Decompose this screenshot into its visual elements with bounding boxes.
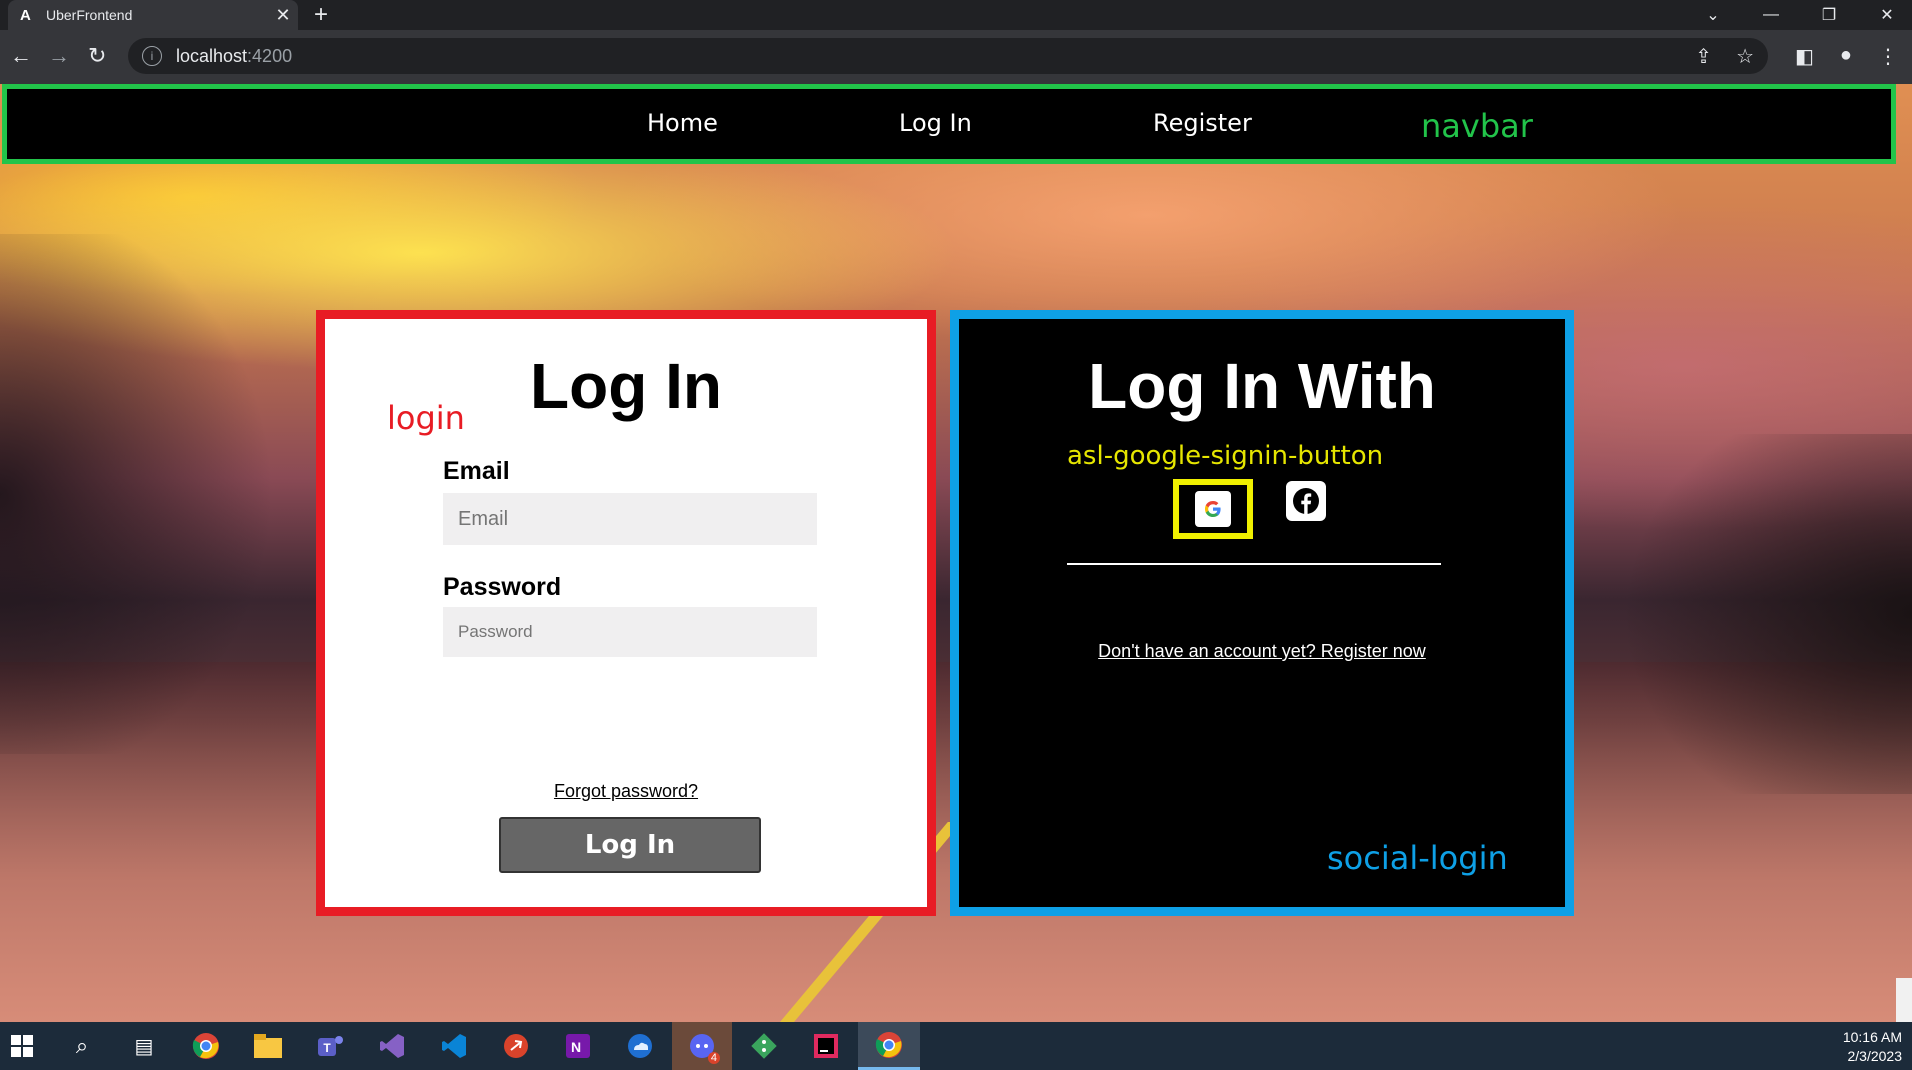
nav-home[interactable]: Home [647,109,718,137]
git-icon[interactable] [748,1030,780,1062]
app-badge: 4 [707,1052,720,1064]
vscode-icon[interactable] [438,1030,470,1062]
register-link[interactable]: Don't have an account yet? Register now [959,641,1565,662]
search-icon[interactable]: ⌕ [66,1030,98,1062]
clock-date: 2/3/2023 [1847,1048,1903,1064]
taskbar: ⌕ ▤ T N 4 10:16 AM 2/3/2023 [0,1022,1912,1070]
navbar: Home Log In Register navbar [2,84,1896,164]
facebook-signin-button[interactable] [1286,481,1326,521]
back-icon[interactable]: ← [10,44,32,68]
facebook-icon [1293,488,1319,514]
cloud-app-icon[interactable] [624,1030,656,1062]
google-signin-highlight [1173,479,1253,539]
minimize-icon[interactable]: — [1742,6,1800,24]
svg-text:T: T [323,1041,331,1055]
window-close-icon[interactable]: ✕ [1858,5,1912,25]
scrollbar[interactable] [1896,978,1912,1022]
visual-studio-icon[interactable] [376,1030,408,1062]
file-explorer-icon[interactable] [252,1030,284,1062]
google-annotation: asl-google-signin-button [1067,441,1384,471]
password-label: Password [443,573,562,601]
close-tab-icon[interactable]: ✕ [268,5,298,26]
password-field[interactable] [443,607,817,657]
teams-icon[interactable]: T [314,1030,346,1062]
url-text: localhost:4200 [176,45,293,66]
forward-icon[interactable]: → [48,44,70,68]
browser-toolbar: ← → ↻ i localhost:4200 ⇪ ☆ ◧ ● ⋮ [0,30,1912,84]
social-title: Log In With [1088,350,1436,422]
social-login-annotation: social-login [1327,839,1508,877]
page-background: Home Log In Register navbar Log In login… [0,84,1912,1022]
menu-dots-icon[interactable]: ⋮ [1878,44,1898,69]
task-view-icon[interactable]: ▤ [128,1030,160,1062]
nav-login[interactable]: Log In [899,109,972,137]
restore-icon[interactable]: ❐ [1800,5,1858,25]
clock-time: 10:16 AM [1842,1029,1902,1045]
angular-icon: A [20,6,31,24]
trees-right [1552,434,1912,794]
login-panel: Log In login Email Password Forgot passw… [316,310,936,916]
navbar-annotation: navbar [1421,107,1533,145]
profile-icon[interactable]: ● [1840,44,1852,69]
remote-app-icon[interactable] [500,1030,532,1062]
bookmark-star-icon[interactable]: ☆ [1736,44,1754,69]
tab-title: UberFrontend [46,7,133,23]
jetbrains-icon[interactable] [810,1030,842,1062]
game-app-icon[interactable]: 4 [672,1022,732,1070]
reload-icon[interactable]: ↻ [88,44,106,68]
tab-search-icon[interactable]: ⌄ [1684,5,1742,25]
share-icon[interactable]: ⇪ [1695,44,1712,69]
windows-start-icon[interactable] [6,1030,38,1062]
nav-register[interactable]: Register [1153,109,1252,137]
chrome-active-icon[interactable] [858,1022,920,1070]
hill-left [0,234,340,754]
new-tab-button[interactable]: + [314,2,328,28]
address-bar[interactable]: i localhost:4200 ⇪ ☆ [128,38,1768,74]
google-signin-button[interactable] [1195,491,1231,527]
browser-tab[interactable]: A UberFrontend ✕ [8,0,298,30]
google-icon [1205,501,1221,517]
email-label: Email [443,457,510,485]
divider [1067,563,1441,565]
side-panel-icon[interactable]: ◧ [1795,44,1814,69]
site-info-icon[interactable]: i [142,46,162,66]
login-button[interactable]: Log In [499,817,761,873]
browser-tabbar: A UberFrontend ✕ + ⌄ — ❐ ✕ [0,0,1912,30]
email-field[interactable] [443,493,817,545]
window-controls: ⌄ — ❐ ✕ [1684,0,1912,30]
social-login-panel: Log In With asl-google-signin-button Don… [950,310,1574,916]
chrome-icon[interactable] [190,1030,222,1062]
system-clock[interactable]: 10:16 AM 2/3/2023 [1843,1028,1902,1066]
svg-text:N: N [571,1039,581,1055]
login-annotation: login [387,399,465,437]
onenote-icon[interactable]: N [562,1030,594,1062]
forgot-password-link[interactable]: Forgot password? [325,781,927,802]
